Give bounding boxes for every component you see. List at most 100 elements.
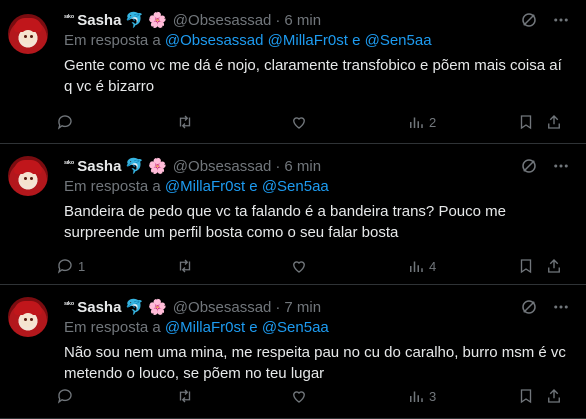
share-icon bbox=[548, 259, 560, 273]
reply-context: Em resposta a @Obsesassad @MillaFr0st e … bbox=[64, 32, 570, 52]
bookmark-button[interactable] bbox=[517, 387, 545, 405]
like-button[interactable] bbox=[290, 113, 407, 131]
avatar-eye bbox=[24, 35, 27, 38]
user-handle[interactable]: @Obsesassad bbox=[173, 299, 272, 316]
heart-icon bbox=[293, 117, 305, 129]
views-button[interactable]: 4 bbox=[407, 257, 517, 275]
name-prefix: ˢᶦᵏᵒ bbox=[64, 299, 75, 309]
flower-emoji: 🌸 bbox=[148, 299, 167, 316]
tweet-actions: 2 bbox=[56, 113, 578, 131]
share-button[interactable] bbox=[545, 387, 563, 405]
tweet[interactable]: ˢᶦᵏᵒ Sasha 🐬 🌸 @Obsesassad · 6 min Em re… bbox=[0, 144, 586, 285]
retweet-button[interactable] bbox=[176, 257, 290, 275]
share-button[interactable] bbox=[545, 257, 563, 275]
reply-context: Em resposta a @MillaFr0st e @Sen5aa bbox=[64, 178, 570, 198]
mention-joiner: e bbox=[249, 319, 258, 336]
avatar[interactable] bbox=[8, 14, 48, 54]
bookmark-button[interactable] bbox=[517, 113, 545, 131]
reply-button[interactable] bbox=[56, 387, 176, 405]
views-button[interactable]: 2 bbox=[407, 113, 517, 131]
user-handle[interactable]: @Obsesassad bbox=[173, 12, 272, 29]
more-icon[interactable] bbox=[552, 157, 570, 175]
mention-link[interactable]: @Sen5aa bbox=[262, 178, 329, 195]
name-prefix: ˢᶦᵏᵒ bbox=[64, 12, 75, 22]
bookmark-icon bbox=[520, 115, 532, 130]
display-name[interactable]: ˢᶦᵏᵒ Sasha 🐬 🌸 bbox=[64, 298, 167, 317]
retweet-icon bbox=[179, 115, 191, 129]
tweet-actions: 1 4 bbox=[56, 257, 578, 275]
views-count: 3 bbox=[429, 388, 437, 404]
analytics-icon bbox=[410, 117, 423, 128]
like-button[interactable] bbox=[290, 387, 407, 405]
avatar-eye bbox=[30, 177, 33, 180]
reply-label: Em resposta a bbox=[64, 32, 161, 49]
retweet-button[interactable] bbox=[176, 387, 290, 405]
timestamp[interactable]: 6 min bbox=[284, 158, 321, 175]
timestamp[interactable]: 6 min bbox=[284, 12, 321, 29]
bookmark-icon bbox=[520, 389, 532, 404]
retweet-button[interactable] bbox=[176, 113, 290, 131]
tweet-body: ˢᶦᵏᵒ Sasha 🐬 🌸 @Obsesassad · 7 min Em re… bbox=[64, 297, 570, 384]
avatar-eye bbox=[30, 35, 33, 38]
mention-link[interactable]: @MillaFr0st bbox=[268, 32, 348, 49]
comment-icon bbox=[57, 389, 72, 404]
tweet-body: ˢᶦᵏᵒ Sasha 🐬 🌸 @Obsesassad · 6 min Em re… bbox=[64, 156, 570, 243]
name-text: Sasha bbox=[77, 157, 122, 175]
dolphin-emoji: 🐬 bbox=[125, 299, 145, 316]
mention-link[interactable]: @Sen5aa bbox=[365, 32, 432, 49]
header-actions bbox=[520, 157, 570, 175]
dolphin-emoji: 🐬 bbox=[125, 12, 145, 29]
avatar-eye bbox=[24, 318, 27, 321]
comment-icon bbox=[57, 115, 72, 130]
avatar[interactable] bbox=[8, 297, 48, 337]
reply-label: Em resposta a bbox=[64, 319, 161, 336]
tweet-text: Bandeira de pedo que vc ta falando é a b… bbox=[64, 203, 506, 241]
share-button[interactable] bbox=[545, 113, 563, 131]
tweet-text: Gente como vc me dá é nojo, claramente t… bbox=[64, 57, 562, 95]
views-button[interactable]: 3 bbox=[407, 387, 517, 405]
name-text: Sasha bbox=[77, 11, 122, 29]
heart-icon bbox=[293, 391, 305, 403]
share-icon bbox=[548, 389, 560, 403]
tweet-header: ˢᶦᵏᵒ Sasha 🐬 🌸 @Obsesassad · 6 min bbox=[64, 10, 570, 30]
like-button[interactable] bbox=[290, 257, 407, 275]
tweet-text: Não sou nem uma mina, me respeita pau no… bbox=[64, 344, 566, 382]
flower-emoji: 🌸 bbox=[148, 158, 167, 175]
reply-label: Em resposta a bbox=[64, 178, 161, 195]
user-handle[interactable]: @Obsesassad bbox=[173, 158, 272, 175]
avatar[interactable] bbox=[8, 156, 48, 196]
reply-button[interactable] bbox=[56, 113, 176, 131]
avatar-eye bbox=[24, 177, 27, 180]
more-icon[interactable] bbox=[552, 11, 570, 29]
tweet-actions: 3 bbox=[56, 387, 578, 405]
retweet-icon bbox=[179, 259, 191, 273]
grok-icon[interactable] bbox=[520, 298, 538, 316]
heart-icon bbox=[293, 261, 305, 273]
separator-dot: · bbox=[275, 11, 281, 29]
bookmark-icon bbox=[520, 259, 532, 274]
tweet-body: ˢᶦᵏᵒ Sasha 🐬 🌸 @Obsesassad · 6 min Em re… bbox=[64, 10, 570, 97]
header-actions bbox=[520, 11, 570, 29]
display-name[interactable]: ˢᶦᵏᵒ Sasha 🐬 🌸 bbox=[64, 11, 167, 30]
bookmark-button[interactable] bbox=[517, 257, 545, 275]
mention-link[interactable]: @Obsesassad bbox=[165, 32, 264, 49]
analytics-icon bbox=[410, 391, 423, 402]
mention-link[interactable]: @MillaFr0st bbox=[165, 319, 245, 336]
display-name[interactable]: ˢᶦᵏᵒ Sasha 🐬 🌸 bbox=[64, 157, 167, 176]
dolphin-emoji: 🐬 bbox=[125, 158, 145, 175]
header-actions bbox=[520, 298, 570, 316]
tweet[interactable]: ˢᶦᵏᵒ Sasha 🐬 🌸 @Obsesassad · 6 min Em re… bbox=[0, 0, 586, 144]
comment-icon bbox=[57, 259, 72, 274]
tweet[interactable]: ˢᶦᵏᵒ Sasha 🐬 🌸 @Obsesassad · 7 min Em re… bbox=[0, 285, 586, 419]
grok-icon[interactable] bbox=[520, 157, 538, 175]
share-icon bbox=[548, 115, 560, 129]
retweet-icon bbox=[179, 389, 191, 403]
mention-link[interactable]: @MillaFr0st bbox=[165, 178, 245, 195]
timestamp[interactable]: 7 min bbox=[284, 299, 321, 316]
more-icon[interactable] bbox=[552, 298, 570, 316]
mention-link[interactable]: @Sen5aa bbox=[262, 319, 329, 336]
reply-button[interactable]: 1 bbox=[56, 257, 176, 275]
name-prefix: ˢᶦᵏᵒ bbox=[64, 158, 75, 168]
tweet-header: ˢᶦᵏᵒ Sasha 🐬 🌸 @Obsesassad · 7 min bbox=[64, 297, 570, 317]
grok-icon[interactable] bbox=[520, 11, 538, 29]
